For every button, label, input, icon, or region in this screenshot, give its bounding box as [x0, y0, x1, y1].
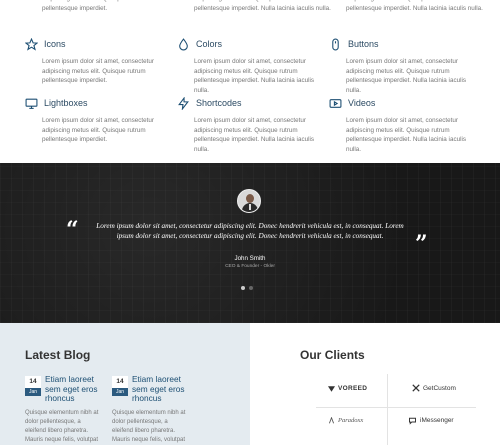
client-logo-paradoxx[interactable]: Paradoxx: [328, 417, 363, 424]
post-title-link[interactable]: Etiam laoreet sem eget eros rhoncus: [132, 374, 198, 404]
drop-icon: [176, 37, 190, 51]
post-date-day: 14: [25, 376, 41, 388]
section-title-bold: Blog: [63, 348, 91, 362]
bolt-icon: [176, 96, 190, 110]
quote-close-icon: ”: [415, 231, 428, 257]
feature-lightboxes: Lightboxes Lorem ipsum dolor sit amet, c…: [24, 96, 174, 145]
post-date-month: Jan: [25, 388, 41, 396]
feature-buttons: Buttons Lorem ipsum dolor sit amet, cons…: [328, 37, 478, 95]
client-logo-voreed[interactable]: VOREED: [328, 385, 367, 392]
feature-description: Lorem ipsum dolor sit amet, consectetur …: [42, 58, 154, 84]
testimonial-section: “ Lorem ipsum dolor sit amet, consectetu…: [0, 163, 500, 323]
section-title: Latest Blog: [25, 348, 90, 362]
post-excerpt: Quisque elementum nibh at dolor pellente…: [112, 410, 186, 443]
feature-top-2: adipiscing metus elit. Quisque rutrum pe…: [194, 0, 334, 13]
feature-top-3: adipiscing metus elit. Quisque rutrum pe…: [346, 0, 486, 13]
post-excerpt: Quisque elementum nibh at dolor pellente…: [25, 410, 99, 443]
mouse-icon: [328, 37, 342, 51]
section-title-light: Latest: [25, 348, 61, 362]
voreed-logo-mark: [328, 385, 335, 392]
feature-description: Lorem ipsum dolor sit amet, consectetur …: [346, 117, 467, 153]
feature-title: Lightboxes: [44, 98, 88, 108]
avatar: [237, 189, 261, 213]
testimonial-author: John Smith: [234, 255, 266, 262]
desktop-icon: [24, 96, 38, 110]
latest-blog-section: Latest Blog 14 Jan Etiam laoreet sem ege…: [0, 323, 250, 445]
post-date-month: Jan: [112, 388, 128, 396]
testimonial-quote: Lorem ipsum dolor sit amet, consectetur …: [96, 222, 404, 240]
feature-title: Shortcodes: [196, 98, 242, 108]
client-logo-name: Paradoxx: [338, 417, 364, 424]
feature-title: Buttons: [348, 39, 379, 49]
client-logo-name: GetCustom: [423, 384, 456, 392]
video-icon: [328, 96, 342, 110]
feature-shortcodes: Shortcodes Lorem ipsum dolor sit amet, c…: [176, 96, 326, 154]
carousel-dots: [241, 286, 253, 290]
carousel-dot-1[interactable]: [241, 286, 245, 290]
divider: [316, 407, 476, 408]
feature-description: Lorem ipsum dolor sit amet, consectetur …: [194, 117, 315, 153]
feature-description: Lorem ipsum dolor sit amet, consectetur …: [42, 117, 154, 143]
feature-description: Lorem ipsum dolor sit amet, consectetur …: [194, 58, 315, 94]
feature-title: Colors: [196, 39, 223, 49]
getcustom-logo-mark: [412, 384, 420, 392]
paradoxx-logo-mark: [328, 417, 335, 424]
star-icon: [24, 37, 38, 51]
feature-description: adipiscing metus elit. Quisque rutrum pe…: [194, 0, 331, 12]
quote-open-icon: “: [66, 217, 79, 243]
feature-icons: Icons Lorem ipsum dolor sit amet, consec…: [24, 37, 174, 86]
post-date: 14 Jan: [25, 376, 41, 396]
feature-colors: Colors Lorem ipsum dolor sit amet, conse…: [176, 37, 326, 95]
feature-title: Icons: [44, 39, 66, 49]
client-logo-imessenger[interactable]: iMessenger: [408, 416, 454, 425]
section-title-light: Our: [300, 348, 322, 362]
feature-videos: Videos Lorem ipsum dolor sit amet, conse…: [328, 96, 478, 154]
imessenger-logo-mark: [408, 416, 417, 425]
our-clients-section: Our Clients VOREED GetCustom Paradoxx iM…: [250, 323, 500, 445]
client-logo-name: VOREED: [338, 385, 368, 392]
post-date: 14 Jan: [112, 376, 128, 396]
client-logo-name: iMessenger: [420, 417, 454, 424]
features-section: adipiscing metus elit. Quisque rutrum pe…: [0, 0, 500, 163]
post-title-link[interactable]: Etiam laoreet sem eget eros rhoncus: [45, 374, 111, 404]
post-date-day: 14: [112, 376, 128, 388]
divider: [387, 374, 388, 445]
feature-top-1: adipiscing metus elit. Quisque rutrum pe…: [42, 0, 182, 13]
section-title-bold: Clients: [324, 348, 365, 362]
carousel-dot-2[interactable]: [249, 286, 253, 290]
feature-description: Lorem ipsum dolor sit amet, consectetur …: [346, 58, 467, 94]
feature-title: Videos: [348, 98, 376, 108]
feature-description: adipiscing metus elit. Quisque rutrum pe…: [42, 0, 146, 12]
feature-description: adipiscing metus elit. Quisque rutrum pe…: [346, 0, 483, 12]
testimonial-role: CEO & Founder - Okler: [225, 264, 275, 269]
client-logo-getcustom[interactable]: GetCustom: [412, 384, 456, 392]
section-title: Our Clients: [300, 348, 365, 362]
